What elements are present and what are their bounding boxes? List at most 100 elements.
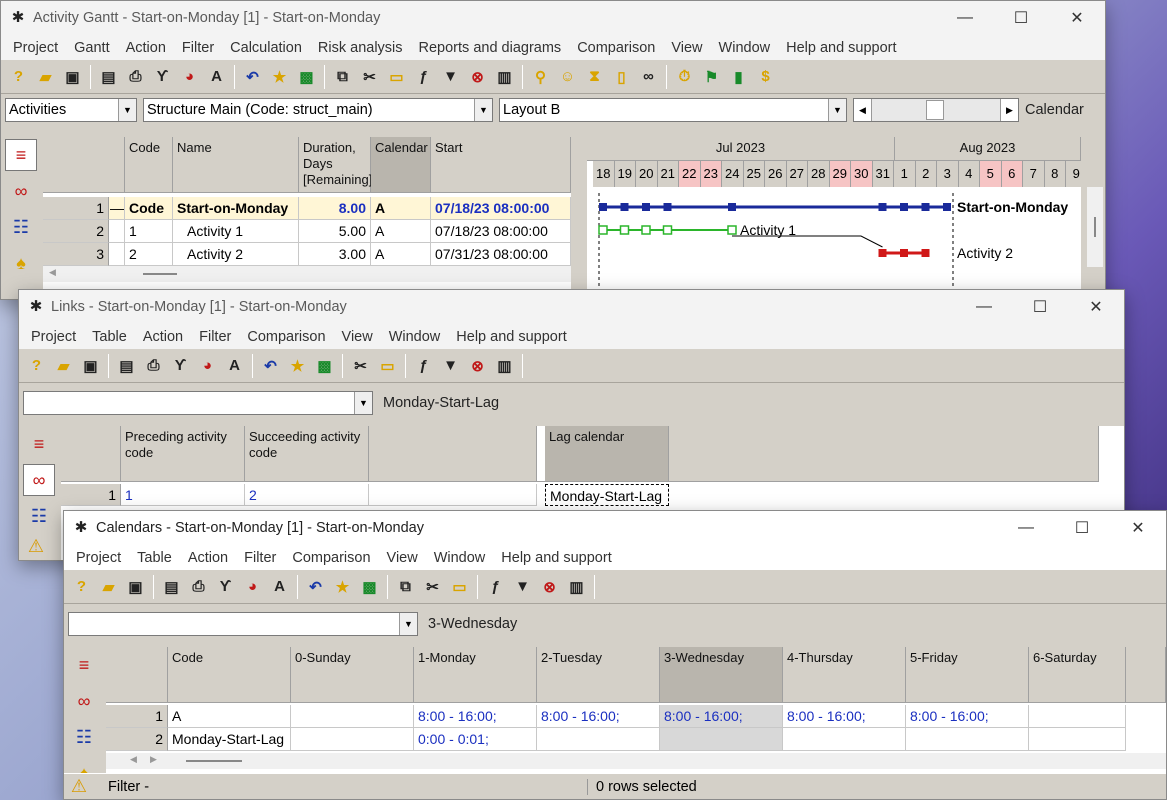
function-icon[interactable]: ƒ [482, 573, 509, 600]
cell-start[interactable]: 07/18/23 08:00:00 [431, 197, 571, 220]
color-wheel-icon[interactable]: ◕ [194, 352, 221, 379]
activity1-bar-marker[interactable] [641, 225, 651, 235]
activity-gantt-window[interactable]: ✱ Activity Gantt - Start-on-Monday [1] -… [0, 0, 1106, 300]
cell-duration[interactable]: 8.00 [299, 197, 371, 220]
menu-comparison[interactable]: Comparison [239, 329, 333, 345]
summary-bar-marker[interactable] [620, 203, 629, 211]
timescale-scrollbar[interactable]: ◀ ▶ [853, 98, 1019, 122]
paste-icon[interactable]: ▭ [383, 63, 410, 90]
resources-view-icon[interactable]: ☷ [5, 211, 37, 243]
summary-bar-marker[interactable] [921, 203, 930, 211]
menu-comparison[interactable]: Comparison [569, 40, 663, 56]
help-icon[interactable]: ? [5, 63, 32, 90]
col-header-preceding[interactable]: Preceding activity code [121, 426, 245, 482]
font-icon[interactable]: A [266, 573, 293, 600]
summary-bar-marker[interactable] [663, 203, 672, 211]
menu-view[interactable]: View [379, 550, 426, 566]
print-icon[interactable]: ⎙ [185, 573, 212, 600]
color-wheel-icon[interactable]: ◕ [176, 63, 203, 90]
person-icon[interactable]: ☺ [554, 63, 581, 90]
links-view-icon[interactable]: ∞ [23, 464, 55, 496]
summary-bar-marker[interactable] [900, 203, 908, 211]
col-header-saturday[interactable]: 6-Saturday [1029, 647, 1126, 703]
menu-risk-analysis[interactable]: Risk analysis [310, 40, 411, 56]
color-wheel-icon[interactable]: ◕ [239, 573, 266, 600]
summary-bar-marker[interactable] [728, 203, 736, 211]
font-icon[interactable]: A [203, 63, 230, 90]
col-header-duration[interactable]: Duration, Days [Remaining] [299, 137, 372, 193]
minimize-button[interactable]: — [956, 290, 1012, 324]
activity2-bar-marker[interactable] [921, 249, 930, 257]
table-icon[interactable]: ▤ [113, 352, 140, 379]
cell-thursday[interactable]: 8:00 - 16:00; [783, 705, 906, 728]
cell-tuesday[interactable]: 8:00 - 16:00; [537, 705, 660, 728]
menu-project[interactable]: Project [68, 550, 129, 566]
scroll-thumb[interactable] [143, 273, 177, 275]
star-icon[interactable]: ★ [266, 63, 293, 90]
row-number[interactable]: 3 [43, 243, 109, 266]
menu-view[interactable]: View [334, 329, 381, 345]
collapse-icon[interactable]: — [109, 197, 125, 220]
summary-bar-marker[interactable] [599, 203, 607, 211]
cell-duration[interactable]: 5.00 [299, 220, 371, 243]
clear-filter-icon[interactable]: ⊗ [464, 63, 491, 90]
chain-icon[interactable]: ∞ [635, 63, 662, 90]
menu-window[interactable]: Window [711, 40, 779, 56]
cell-monday[interactable]: 8:00 - 16:00; [414, 705, 537, 728]
close-button[interactable]: ✕ [1049, 1, 1105, 35]
filter-icon[interactable]: ▼ [509, 573, 536, 600]
table-horizontal-scrollbar[interactable]: ◀ [43, 266, 571, 282]
cell-saturday[interactable] [1029, 705, 1126, 728]
star-icon[interactable]: ★ [284, 352, 311, 379]
row-number[interactable]: 2 [43, 220, 109, 243]
menu-gantt[interactable]: Gantt [66, 40, 117, 56]
hourglass-icon[interactable]: ⧗ [581, 63, 608, 90]
calendars-table[interactable]: Code 0-Sunday 1-Monday 2-Tuesday 3-Wedne… [106, 647, 1166, 773]
cell-code[interactable]: A [168, 705, 291, 728]
activities-combo[interactable]: Activities ▼ [5, 98, 137, 122]
cell-succeeding[interactable]: 2 [245, 484, 369, 506]
cell-name[interactable]: Activity 2 [173, 243, 299, 266]
excel-icon[interactable]: ▩ [356, 573, 383, 600]
cell-start[interactable]: 07/18/23 08:00:00 [431, 220, 571, 243]
row-number[interactable]: 1 [61, 484, 121, 506]
save-icon[interactable]: ▣ [77, 352, 104, 379]
resources-view-icon[interactable]: ☷ [23, 500, 55, 532]
col-header-code[interactable]: Code [125, 137, 173, 193]
copy-icon[interactable]: ⧉ [329, 63, 356, 90]
links-view-icon[interactable]: ∞ [5, 175, 37, 207]
menu-reports[interactable]: Reports and diagrams [411, 40, 570, 56]
tools-icon[interactable]: ϒ [167, 352, 194, 379]
maximize-button[interactable]: ☐ [1054, 511, 1110, 545]
clear-filter-icon[interactable]: ⊗ [536, 573, 563, 600]
warning-icon[interactable]: ⚠ [21, 534, 51, 558]
warning-icon[interactable]: ⚠ [64, 775, 94, 799]
excel-icon[interactable]: ▩ [293, 63, 320, 90]
menu-filter[interactable]: Filter [236, 550, 284, 566]
scroll-thumb[interactable] [186, 760, 242, 762]
function-icon[interactable]: ƒ [410, 352, 437, 379]
chevron-down-icon[interactable]: ▼ [828, 99, 846, 121]
maximize-button[interactable]: ☐ [1012, 290, 1068, 324]
row-number[interactable]: 2 [106, 728, 168, 751]
scroll-left-icon[interactable]: ◀ [130, 754, 137, 765]
schedule-icon[interactable]: ⏱ [671, 63, 698, 90]
cell-saturday[interactable] [1029, 728, 1126, 751]
links-view-icon[interactable]: ∞ [68, 685, 100, 717]
cell-monday[interactable]: 0:00 - 0:01; [414, 728, 537, 751]
copy-icon[interactable]: ⧉ [392, 573, 419, 600]
menu-table[interactable]: Table [84, 329, 135, 345]
scroll-right-icon[interactable]: ▶ [1000, 99, 1018, 121]
activity1-bar-marker[interactable] [662, 225, 673, 235]
activity1-bar-marker[interactable] [727, 225, 737, 235]
cell-name[interactable]: Activity 1 [173, 220, 299, 243]
col-header-lag-calendar[interactable]: Lag calendar [545, 426, 669, 482]
cut-icon[interactable]: ✂ [356, 63, 383, 90]
menu-comparison[interactable]: Comparison [284, 550, 378, 566]
activity1-bar-marker[interactable] [619, 225, 630, 235]
cell-code[interactable]: 1 [125, 220, 173, 243]
print-icon[interactable]: ⎙ [140, 352, 167, 379]
font-icon[interactable]: A [221, 352, 248, 379]
col-header-sunday[interactable]: 0-Sunday [291, 647, 414, 703]
film-icon[interactable]: ▥ [491, 352, 518, 379]
